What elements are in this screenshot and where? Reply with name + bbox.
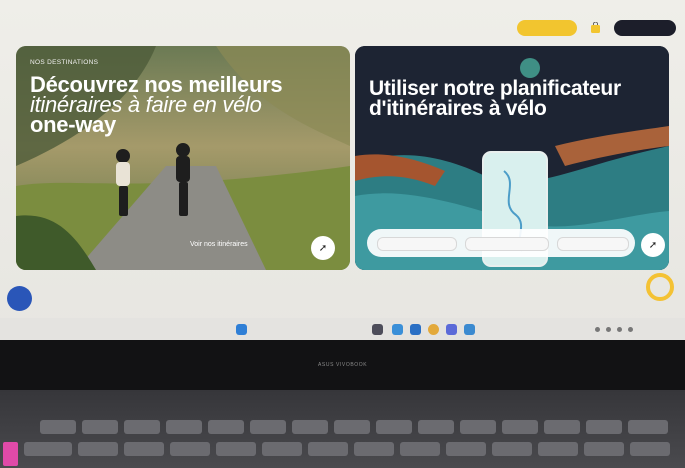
keyboard-key <box>124 442 164 456</box>
keyboard-key <box>586 420 622 434</box>
start-icon[interactable] <box>236 324 247 335</box>
corner-badge <box>3 442 18 466</box>
laptop-brand: ASUS VIVOBOOK <box>318 362 368 368</box>
keyboard-deck <box>0 390 685 468</box>
planner-arrow-button[interactable]: ➚ <box>641 233 665 257</box>
destinations-link[interactable]: Voir nos itinéraires <box>190 241 248 248</box>
volume-icon <box>606 327 611 332</box>
help-widget-icon[interactable] <box>646 273 674 301</box>
arrow-icon: ➚ <box>318 242 328 254</box>
system-tray[interactable] <box>595 327 633 332</box>
site-header <box>0 0 685 40</box>
laptop-screen: NOS DESTINATIONS Découvrez nos meilleurs… <box>0 0 685 340</box>
planner-line-2: d'itinéraires à vélo <box>369 97 547 120</box>
arrow-icon: ➚ <box>648 239 658 251</box>
keyboard-key <box>78 442 118 456</box>
clock-icon <box>628 327 633 332</box>
chrome-icon[interactable] <box>428 324 439 335</box>
destinations-card[interactable]: NOS DESTINATIONS Découvrez nos meilleurs… <box>16 46 350 270</box>
taskview-icon[interactable] <box>372 324 383 335</box>
keyboard-key <box>492 442 532 456</box>
keyboard-key <box>630 442 670 456</box>
windows-taskbar <box>0 318 685 340</box>
keyboard-key <box>40 420 76 434</box>
date-field[interactable] <box>557 237 629 251</box>
keyboard-key <box>376 420 412 434</box>
destinations-tag: NOS DESTINATIONS <box>30 59 99 66</box>
planner-card[interactable]: Utiliser notre planificateur d'itinérair… <box>355 46 669 270</box>
app-icon[interactable] <box>446 324 457 335</box>
cta-dark-button[interactable] <box>614 20 676 36</box>
keyboard-key <box>216 442 256 456</box>
keyboard-key <box>250 420 286 434</box>
cta-yellow-button[interactable] <box>517 20 577 36</box>
keyboard-key <box>292 420 328 434</box>
keyboard-key <box>24 442 72 456</box>
explorer-icon[interactable] <box>464 324 475 335</box>
keyboard-key <box>124 420 160 434</box>
from-field[interactable] <box>377 237 457 251</box>
bag-icon[interactable] <box>590 22 601 34</box>
keyboard-key <box>584 442 624 456</box>
battery-icon <box>617 327 622 332</box>
keyboard-key <box>308 442 348 456</box>
planner-line-1: Utiliser notre planificateur <box>369 77 621 100</box>
wifi-icon <box>595 327 600 332</box>
destinations-headline: Découvrez nos meilleurs itinéraires à fa… <box>30 74 340 137</box>
keyboard-key <box>502 420 538 434</box>
keyboard-key <box>262 442 302 456</box>
keyboard-key <box>354 442 394 456</box>
keyboard-key <box>400 442 440 456</box>
planner-search-bar[interactable] <box>367 229 635 257</box>
keyboard-key <box>418 420 454 434</box>
keyboard-key <box>628 420 668 434</box>
keyboard-key <box>208 420 244 434</box>
edge-icon[interactable] <box>392 324 403 335</box>
keyboard-key <box>460 420 496 434</box>
keyboard-key <box>446 442 486 456</box>
planner-headline: Utiliser notre planificateur d'itinérair… <box>369 77 669 120</box>
headline-line-3: one-way <box>30 112 116 137</box>
chat-widget-icon[interactable] <box>7 286 32 311</box>
keyboard-key <box>334 420 370 434</box>
keyboard-key <box>538 442 578 456</box>
keyboard-key <box>166 420 202 434</box>
keyboard-key <box>170 442 210 456</box>
store-icon[interactable] <box>410 324 421 335</box>
keyboard-key <box>544 420 580 434</box>
arrow-button[interactable]: ➚ <box>311 236 335 260</box>
to-field[interactable] <box>465 237 549 251</box>
keyboard-key <box>82 420 118 434</box>
